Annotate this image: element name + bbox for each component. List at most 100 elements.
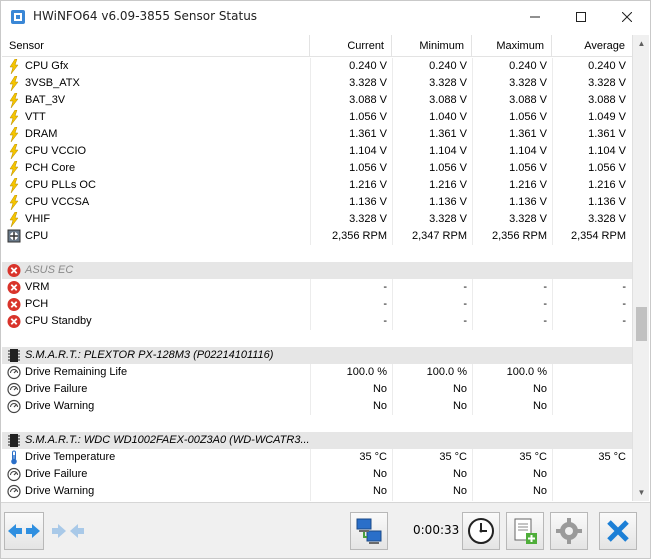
column-header-sensor[interactable]: Sensor	[2, 35, 310, 57]
sensor-value-minimum: 3.328 V	[429, 213, 467, 225]
sensor-label: CPU PLLs OC	[25, 179, 96, 191]
logging-button[interactable]	[506, 512, 544, 550]
settings-button[interactable]	[550, 512, 588, 550]
sensor-row[interactable]: PCH - - - -	[2, 296, 632, 313]
sensor-list[interactable]: CPU Gfx 0.240 V 0.240 V 0.240 V 0.240 V 3VSB_…	[2, 58, 632, 501]
sensor-value-average: 3.328 V	[588, 77, 626, 89]
close-sensors-button[interactable]	[599, 512, 637, 550]
sensor-value-average: 2,354 RPM	[570, 230, 626, 242]
sensor-row[interactable]: CPU Standby - - - -	[2, 313, 632, 330]
sensor-value-minimum: 1.104 V	[429, 145, 467, 157]
sensor-group-header[interactable]: ASUS EC	[2, 262, 632, 279]
sensor-value-minimum: No	[452, 468, 467, 480]
sensor-value-minimum: 35 °C	[439, 451, 467, 463]
sensor-group-label: ASUS EC	[25, 264, 74, 276]
sensor-row[interactable]: CPU 2,356 RPM 2,347 RPM 2,356 RPM 2,354 RPM	[2, 228, 632, 245]
sensor-group-header[interactable]: S.M.A.R.T.: WDC WD1002FAEX-00Z3A0 (WD-WC…	[2, 432, 632, 449]
sensor-row[interactable]: Drive Warning No No No	[2, 483, 632, 500]
sensor-label: VHIF	[25, 213, 51, 225]
sensor-value-average: 1.216 V	[588, 179, 626, 191]
sensor-label: CPU Gfx	[25, 60, 69, 72]
lightning-icon	[7, 177, 21, 194]
sensor-value-maximum: -	[543, 298, 547, 310]
layout-arrows-button[interactable]	[4, 512, 44, 550]
sensor-row[interactable]: Drive Failure No No No	[2, 466, 632, 483]
maximize-button[interactable]	[558, 1, 604, 32]
sensor-value-maximum: 35 °C	[519, 451, 547, 463]
sensor-label: CPU VCCSA	[25, 196, 90, 208]
sensor-value-average: 0.240 V	[588, 60, 626, 72]
sensor-row[interactable]: Drive Warning No No No	[2, 398, 632, 415]
column-header-current[interactable]: Current	[310, 35, 392, 57]
sensor-value-maximum: 1.104 V	[509, 145, 547, 157]
sensor-value-maximum: 1.361 V	[509, 128, 547, 140]
sensor-row[interactable]: BAT_3V 3.088 V 3.088 V 3.088 V 3.088 V	[2, 92, 632, 109]
sensor-value-average: -	[622, 298, 626, 310]
column-header-maximum[interactable]: Maximum	[472, 35, 552, 57]
scrollbar-thumb[interactable]	[636, 307, 647, 341]
sensor-row[interactable]: VRM - - - -	[2, 279, 632, 296]
maximize-icon	[576, 11, 586, 22]
sensor-row[interactable]: CPU VCCIO 1.104 V 1.104 V 1.104 V 1.104 V	[2, 143, 632, 160]
sensor-row[interactable]: Drive Failure No No No	[2, 381, 632, 398]
hwinfo-app-icon	[11, 10, 25, 24]
sensor-row[interactable]: Drive Remaining Life 100.0 % 100.0 % 100.0 …	[2, 364, 632, 381]
column-header-average[interactable]: Average	[552, 35, 632, 57]
sensor-value-average: 1.136 V	[588, 196, 626, 208]
sensor-value-current: -	[383, 298, 387, 310]
sensor-row[interactable]: CPU PLLs OC 1.216 V 1.216 V 1.216 V 1.216 V	[2, 177, 632, 194]
sensor-value-minimum: 1.056 V	[429, 162, 467, 174]
gauge-icon	[7, 399, 21, 414]
sensor-row[interactable]: VTT 1.056 V 1.040 V 1.056 V 1.049 V	[2, 109, 632, 126]
network-button[interactable]	[350, 512, 388, 550]
sensor-value-current: 2,356 RPM	[331, 230, 387, 242]
sensor-value-average: 3.328 V	[588, 213, 626, 225]
close-window-button[interactable]	[604, 1, 650, 32]
sensor-value-current: 3.328 V	[349, 213, 387, 225]
sensor-value-maximum: 1.216 V	[509, 179, 547, 191]
sensor-value-current: 100.0 %	[346, 366, 387, 378]
scroll-up-arrow-icon[interactable]: ▲	[633, 35, 650, 52]
sensor-value-minimum: 1.361 V	[429, 128, 467, 140]
thermometer-icon	[7, 450, 21, 465]
sensor-row[interactable]: CPU VCCSA 1.136 V 1.136 V 1.136 V 1.136 V	[2, 194, 632, 211]
lightning-icon	[7, 194, 21, 211]
sensor-value-minimum: 0.240 V	[429, 60, 467, 72]
sensor-label: CPU Standby	[25, 315, 92, 327]
minimize-button[interactable]	[512, 1, 558, 32]
error-icon	[7, 314, 21, 329]
sensor-value-current: 1.056 V	[349, 162, 387, 174]
sensor-row[interactable]: PCH Core 1.056 V 1.056 V 1.056 V 1.056 V	[2, 160, 632, 177]
title-bar[interactable]: HWiNFO64 v6.09-3855 Sensor Status	[1, 1, 650, 32]
lightning-icon	[7, 143, 21, 160]
sensor-value-maximum: 100.0 %	[506, 366, 547, 378]
sensor-row[interactable]: DRAM 1.361 V 1.361 V 1.361 V 1.361 V	[2, 126, 632, 143]
sensor-value-maximum: 3.088 V	[509, 94, 547, 106]
sensor-value-maximum: No	[532, 383, 547, 395]
sensor-row[interactable]: Drive Temperature 35 °C 35 °C 35 °C 35 °C	[2, 449, 632, 466]
bottom-toolbar: 0:00:33	[1, 502, 650, 558]
sensor-value-maximum: 0.240 V	[509, 60, 547, 72]
clock-icon	[468, 518, 494, 544]
sensor-row[interactable]: 3VSB_ATX 3.328 V 3.328 V 3.328 V 3.328 V	[2, 75, 632, 92]
scroll-down-arrow-icon[interactable]: ▼	[633, 484, 650, 501]
elapsed-time: 0:00:33	[413, 523, 460, 537]
sensor-label: Drive Warning	[25, 485, 95, 497]
sensor-status-window: HWiNFO64 v6.09-3855 Sensor Status Sensor…	[0, 0, 651, 559]
sensor-value-current: 3.328 V	[349, 77, 387, 89]
sensor-label: Drive Warning	[25, 400, 95, 412]
sensor-label: Drive Failure	[25, 468, 88, 480]
sensor-value-average: 1.056 V	[588, 162, 626, 174]
lightning-icon	[7, 109, 21, 126]
network-computers-icon	[356, 518, 382, 544]
vertical-scrollbar[interactable]: ▲ ▼	[632, 35, 649, 501]
sensor-label: CPU	[25, 230, 49, 242]
reset-timer-button[interactable]	[462, 512, 500, 550]
sensor-group-header[interactable]: S.M.A.R.T.: PLEXTOR PX-128M3 (P022141011…	[2, 347, 632, 364]
column-header-minimum[interactable]: Minimum	[392, 35, 472, 57]
sensor-row[interactable]: CPU Gfx 0.240 V 0.240 V 0.240 V 0.240 V	[2, 58, 632, 75]
fan-icon	[7, 229, 21, 244]
sensor-row[interactable]: VHIF 3.328 V 3.328 V 3.328 V 3.328 V	[2, 211, 632, 228]
layout-arrows-disabled-button[interactable]	[48, 512, 88, 550]
sensor-label: DRAM	[25, 128, 58, 140]
